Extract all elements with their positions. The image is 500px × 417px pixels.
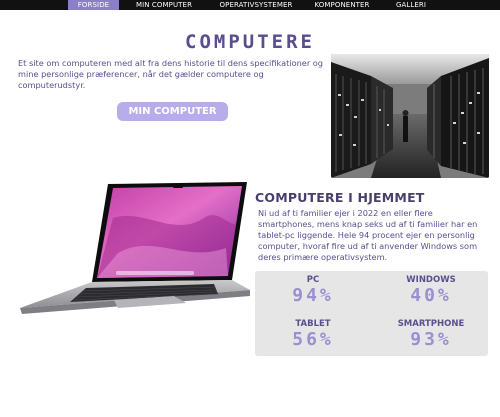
nav-item-operativsystemer[interactable]: OPERATIVSYSTEMER: [211, 0, 301, 10]
top-navigation: FORSIDE MIN COMPUTER OPERATIVSYSTEMER KO…: [0, 0, 500, 10]
min-computer-button[interactable]: MIN COMPUTER: [117, 102, 228, 121]
intro-text: Et site om computeren med alt fra dens h…: [18, 58, 324, 90]
laptop-image: [14, 178, 251, 338]
stat-value-pc: 94%: [292, 285, 334, 306]
stat-label-tablet: TABLET: [295, 319, 331, 329]
stat-value-windows: 40%: [410, 285, 452, 306]
section-title-computere-i-hjemmet: COMPUTERE I HJEMMET: [255, 190, 425, 205]
page-title: COMPUTERE: [185, 31, 315, 53]
stat-value-tablet: 56%: [292, 329, 334, 350]
nav-item-komponenter[interactable]: KOMPONENTER: [309, 0, 375, 10]
nav-item-min-computer[interactable]: MIN COMPUTER: [128, 0, 200, 10]
stats-panel: PC 94% WINDOWS 40% TABLET 56% SMARTPHONE…: [255, 271, 488, 356]
server-room-photo: [331, 54, 489, 178]
section-text: Ni ud af ti familier ejer i 2022 en elle…: [258, 208, 478, 262]
stat-label-windows: WINDOWS: [406, 275, 456, 285]
stat-label-smartphone: SMARTPHONE: [397, 319, 465, 329]
nav-item-forside[interactable]: FORSIDE: [68, 0, 119, 10]
stat-label-pc: PC: [306, 275, 320, 285]
nav-item-galleri[interactable]: GALLERI: [389, 0, 433, 10]
stat-value-smartphone: 93%: [410, 329, 452, 350]
